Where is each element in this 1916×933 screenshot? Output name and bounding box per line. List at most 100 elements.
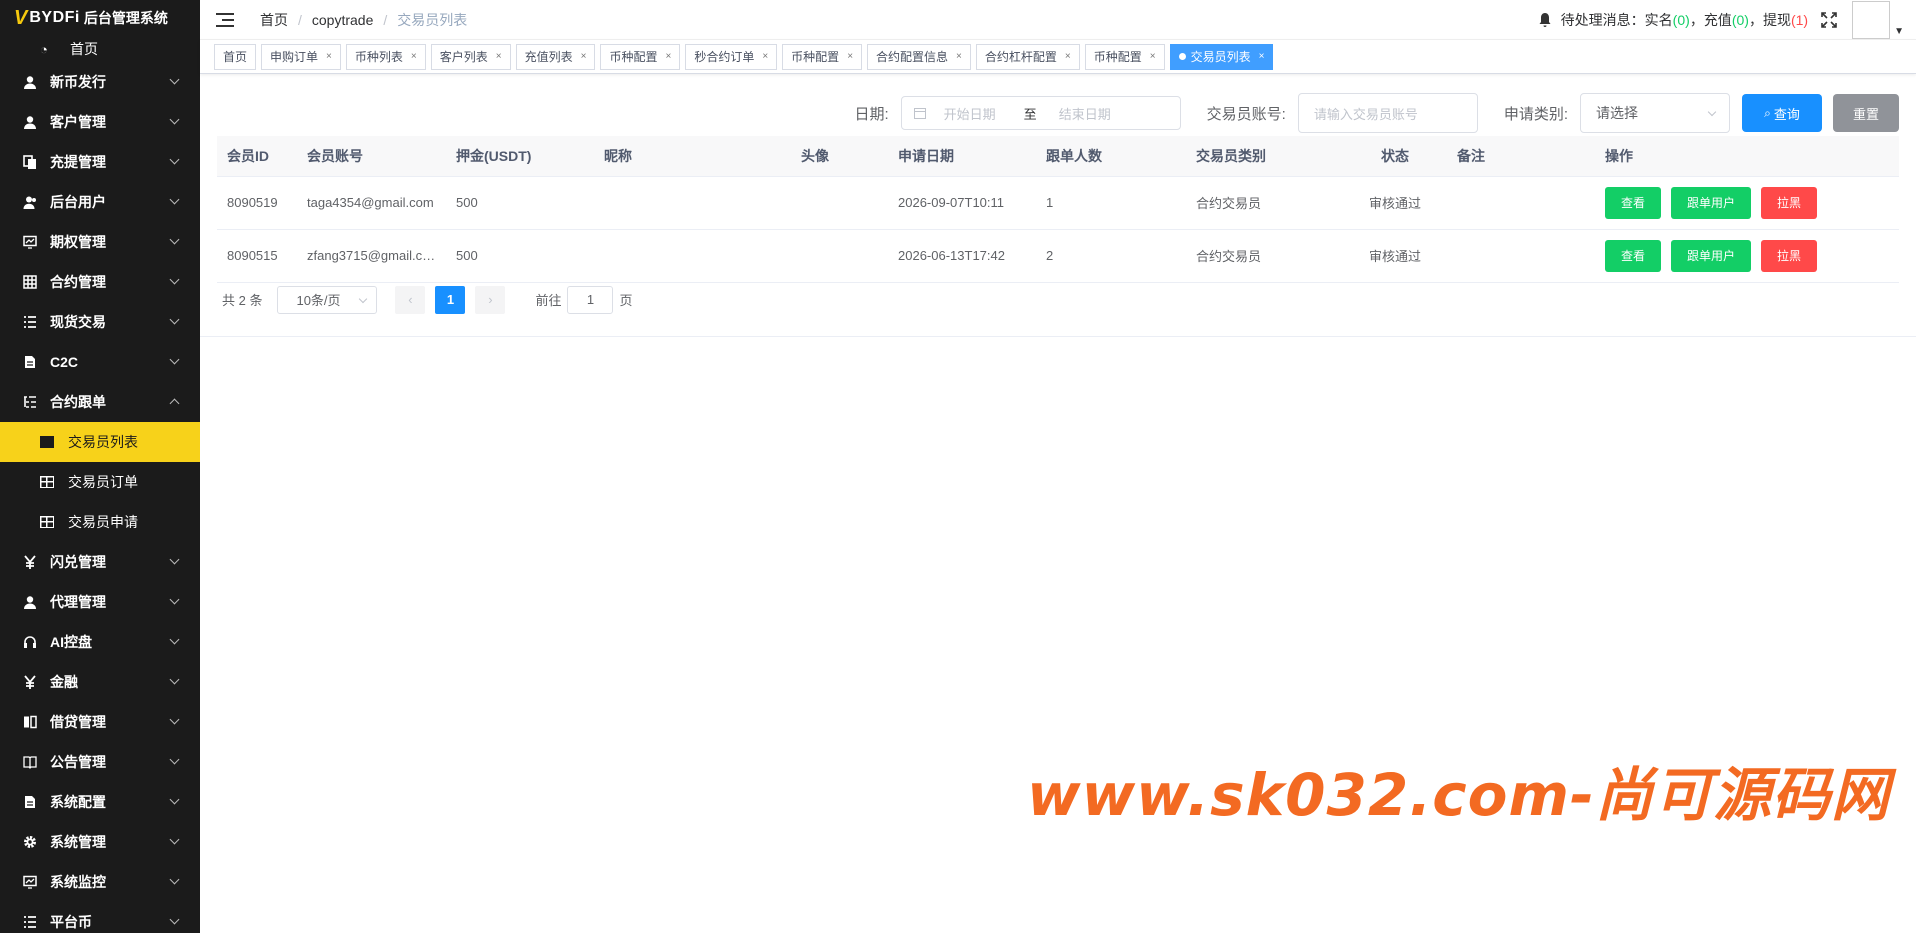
sidebar-item[interactable]: C2C <box>0 342 200 382</box>
tab[interactable]: 首页 <box>214 43 257 70</box>
cell-type: 合约交易员 <box>1186 229 1333 283</box>
tab[interactable]: 币种配置 × <box>1084 43 1165 70</box>
close-icon[interactable]: × <box>581 51 587 62</box>
blacklist-button[interactable]: 拉黑 <box>1761 239 1817 272</box>
cell-nickname <box>594 176 791 230</box>
blacklist-button[interactable]: 拉黑 <box>1761 186 1817 219</box>
tab[interactable]: 币种配置 × <box>782 43 863 70</box>
bell-icon[interactable] <box>1537 12 1553 28</box>
sidebar-item[interactable]: 合约管理 <box>0 262 200 302</box>
breadcrumb-copytrade[interactable]: copytrade <box>312 12 373 28</box>
date-range-picker[interactable]: 开始日期 至 结束日期 <box>900 96 1181 130</box>
prev-page-button[interactable]: ‹ <box>395 285 426 314</box>
tab[interactable]: 充值列表 × <box>515 43 596 70</box>
follow-users-button[interactable]: 跟单用户 <box>1671 186 1751 219</box>
sidebar-item[interactable]: 平台币 <box>0 902 200 933</box>
sidebar-item-home[interactable]: ◔ 首页 <box>0 36 200 62</box>
column-header: 备注 <box>1447 136 1595 177</box>
chevron-down-icon <box>169 554 180 565</box>
table-header: 会员ID 会员账号 押金(USDT) 昵称 头像 申请日期 跟单人数 交易员类别 状态 备注 操作 <box>217 136 1899 177</box>
close-icon[interactable]: × <box>496 51 502 62</box>
sidebar-item-label: 合约管理 <box>50 274 106 290</box>
tab-label: 申购订单 <box>270 50 319 64</box>
reset-button[interactable]: 重置 <box>1833 94 1899 132</box>
type-label: 申请类别: <box>1503 105 1568 123</box>
goto-input[interactable]: 1 <box>567 285 614 314</box>
tab-label: 币种配置 <box>1093 50 1142 64</box>
table-row: 8090515 zfang3715@gmail.com 500 2026-06-13T… <box>217 229 1899 283</box>
close-icon[interactable]: × <box>847 51 853 62</box>
sidebar-item[interactable]: 客户管理 <box>0 102 200 142</box>
sidebar-item[interactable]: 系统管理 <box>0 822 200 862</box>
recharge-count[interactable]: 0 <box>1736 12 1744 28</box>
close-icon[interactable]: × <box>1150 51 1156 62</box>
close-icon[interactable]: × <box>665 51 671 62</box>
withdraw-count[interactable]: 1 <box>1796 12 1804 28</box>
sidebar-item-label: 期权管理 <box>50 234 106 250</box>
sidebar-item[interactable]: AI控盘 <box>0 622 200 662</box>
filter-bar: 日期: 开始日期 至 结束日期 交易员账号: 请输入交易员账号 申请类别: 请选… <box>217 74 1899 136</box>
tab[interactable]: 申购订单 × <box>261 43 341 70</box>
avatar[interactable] <box>1852 1 1891 39</box>
close-icon[interactable]: × <box>956 51 962 62</box>
search-button[interactable]: ⌕ 查询 <box>1742 94 1822 132</box>
sidebar-item[interactable]: 后台用户 <box>0 182 200 222</box>
tab[interactable]: 币种列表 × <box>345 43 426 70</box>
fullscreen-icon[interactable] <box>1820 11 1838 29</box>
sidebar-item[interactable]: 代理管理 <box>0 582 200 622</box>
follow-users-button[interactable]: 跟单用户 <box>1671 239 1751 272</box>
close-icon[interactable]: × <box>762 51 768 62</box>
sidebar-item[interactable]: 闪兑管理 <box>0 542 200 582</box>
realname-count[interactable]: 0 <box>1677 12 1685 28</box>
sidebar-item[interactable]: 金融 <box>0 662 200 702</box>
sidebar-subitem[interactable]: 交易员列表 <box>0 422 200 462</box>
sidebar-item[interactable]: 系统监控 <box>0 862 200 902</box>
close-icon[interactable]: × <box>326 51 332 62</box>
sidebar-item[interactable]: 借贷管理 <box>0 702 200 742</box>
cell-remark <box>1447 176 1595 230</box>
withdraw-label[interactable]: 提现 <box>1763 10 1791 30</box>
caret-down-icon[interactable]: ▼ <box>1894 26 1904 37</box>
view-button[interactable]: 查看 <box>1605 239 1661 272</box>
recharge-label[interactable]: 充值 <box>1704 10 1732 30</box>
sidebar-item[interactable]: 合约跟单 <box>0 382 200 422</box>
type-select[interactable]: 请选择 <box>1580 93 1730 133</box>
tab[interactable]: 合约杠杆配置 × <box>975 43 1080 70</box>
search-icon: ⌕ <box>1764 105 1771 120</box>
cell-actions: 查看 跟单用户 拉黑 <box>1595 229 1899 283</box>
tab[interactable]: 秒合约订单 × <box>685 43 778 70</box>
tab[interactable]: 币种配置 × <box>600 43 681 70</box>
sidebar-subitem[interactable]: 交易员订单 <box>0 462 200 502</box>
view-button[interactable]: 查看 <box>1605 186 1661 219</box>
tab-label: 合约杠杆配置 <box>984 50 1057 64</box>
close-icon[interactable]: × <box>1065 51 1071 62</box>
realname-label[interactable]: 实名 <box>1645 10 1673 30</box>
page-number[interactable]: 1 <box>435 285 466 314</box>
cell-deposit: 500 <box>446 229 594 283</box>
sidebar-subitem[interactable]: 交易员申请 <box>0 502 200 542</box>
next-page-button[interactable]: › <box>475 285 506 314</box>
tab-label: 币种配置 <box>791 50 840 64</box>
copy-icon <box>20 155 40 169</box>
sidebar-item[interactable]: 充提管理 <box>0 142 200 182</box>
chevron-down-icon <box>169 194 180 205</box>
tab[interactable]: 交易员列表 × <box>1169 43 1274 70</box>
book-open-icon <box>20 755 40 769</box>
tab[interactable]: 合约配置信息 × <box>867 43 971 70</box>
breadcrumb-home[interactable]: 首页 <box>260 10 288 30</box>
end-date-input[interactable]: 结束日期 <box>1059 104 1111 123</box>
hamburger-icon[interactable] <box>216 12 234 27</box>
close-icon[interactable]: × <box>1259 51 1265 62</box>
page-size-select[interactable]: 10条/页 <box>277 285 378 314</box>
tab[interactable]: 客户列表 × <box>430 43 511 70</box>
account-input[interactable]: 请输入交易员账号 <box>1297 93 1478 133</box>
cell-remark <box>1447 229 1595 283</box>
sidebar-item[interactable]: 现货交易 <box>0 302 200 342</box>
sidebar-item[interactable]: 期权管理 <box>0 222 200 262</box>
sidebar-item[interactable]: 公告管理 <box>0 742 200 782</box>
total-count: 共 2 条 <box>222 293 263 308</box>
sidebar-item[interactable]: 新币发行 <box>0 62 200 102</box>
start-date-input[interactable]: 开始日期 <box>944 104 996 123</box>
close-icon[interactable]: × <box>411 51 417 62</box>
sidebar-item[interactable]: 系统配置 <box>0 782 200 822</box>
